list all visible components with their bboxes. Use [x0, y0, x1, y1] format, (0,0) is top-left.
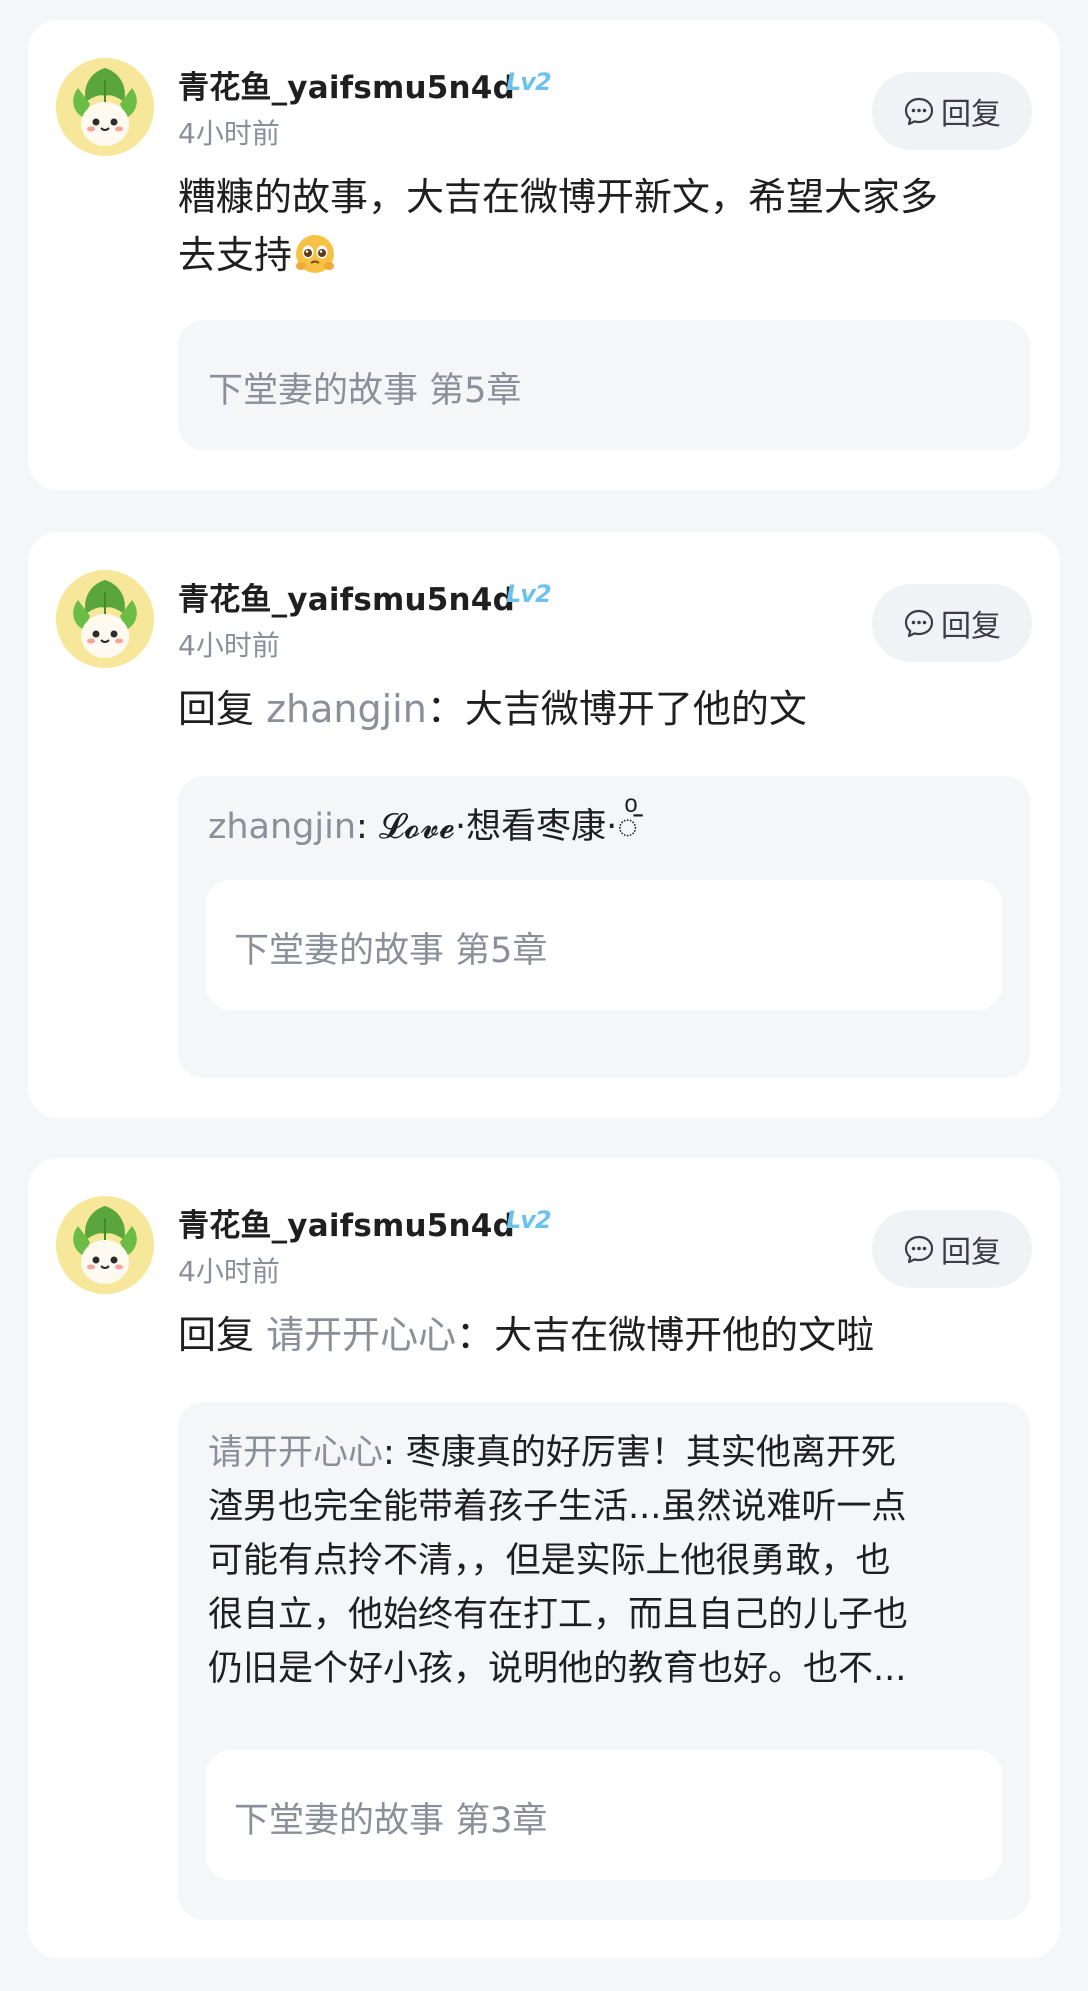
- mention-link[interactable]: zhangjin: [266, 687, 427, 731]
- reply-body: ：大吉在微博开他的文啦: [456, 1313, 875, 1357]
- bok-choy-avatar-icon: [56, 1196, 154, 1294]
- reply-label: 回复: [941, 609, 1001, 644]
- source-reference-title: 下堂妻的故事 第3章: [234, 1801, 548, 1841]
- quoted-text: : 枣康真的好厉害！其实他离开死: [383, 1433, 896, 1473]
- comment-text: 回复 请开开心心：大吉在微博开他的文啦: [178, 1306, 1030, 1364]
- reply-button[interactable]: 回复: [872, 584, 1032, 662]
- avatar[interactable]: [56, 58, 154, 156]
- quoted-username[interactable]: 请开开心心: [208, 1433, 383, 1473]
- quoted-comment-block[interactable]: zhangjin: 𝓛𝓸𝓿𝓮·想看枣康·◌ͦ̄ 下堂妻的故事 第5章: [178, 776, 1030, 1078]
- quoted-text-line: 请开开心心: 枣康真的好厉害！其实他离开死: [208, 1426, 1000, 1480]
- mention-link[interactable]: 请开开心心: [266, 1313, 456, 1357]
- avatar[interactable]: [56, 1196, 154, 1294]
- comment-text-line: 糟糠的故事，大吉在微博开新文，希望大家多: [178, 175, 939, 219]
- quoted-text-line: 仍旧是个好小孩，说明他的教育也好。也不...: [208, 1649, 907, 1689]
- level-badge: Lv2: [506, 68, 552, 96]
- comment-text: 糟糠的故事，大吉在微博开新文，希望大家多 去支持: [178, 168, 1030, 284]
- level-badge: Lv2: [506, 580, 552, 608]
- source-reference-title: 下堂妻的故事 第5章: [234, 931, 548, 971]
- quoted-text-line: 可能有点拎不清，，但是实际上他很勇敢，也: [208, 1541, 891, 1581]
- source-reference-card[interactable]: 下堂妻的故事 第5章: [178, 320, 1030, 450]
- reply-prefix: 回复: [178, 687, 267, 731]
- reply-label: 回复: [941, 97, 1001, 132]
- timestamp: 4小时前: [178, 629, 280, 662]
- reply-label: 回复: [941, 1235, 1001, 1270]
- comment-text-line: 去支持: [178, 226, 1030, 284]
- quoted-decoration: ◌ͦ̄: [617, 807, 639, 847]
- comment-card: 青花鱼_yaifsmu5n4d Lv2 4小时前 回复 回复 zhangjin：…: [28, 532, 1060, 1118]
- comment-text: 回复 zhangjin：大吉微博开了他的文: [178, 680, 1030, 738]
- reply-button[interactable]: 回复: [872, 72, 1032, 150]
- reply-body: ：大吉微博开了他的文: [426, 687, 807, 731]
- quoted-comment: zhangjin: 𝓛𝓸𝓿𝓮·想看枣康·◌ͦ̄: [208, 800, 1000, 854]
- reply-button[interactable]: 回复: [872, 1210, 1032, 1288]
- username[interactable]: 青花鱼_yaifsmu5n4d: [178, 1200, 515, 1245]
- quoted-text-line: 渣男也完全能带着孩子生活...虽然说难听一点: [208, 1487, 907, 1527]
- comment-bubble-icon: [904, 609, 934, 638]
- avatar[interactable]: [56, 570, 154, 668]
- level-badge: Lv2: [506, 1206, 552, 1234]
- reply-prefix: 回复: [178, 1313, 267, 1357]
- comment-text-line-part: 去支持: [178, 233, 293, 277]
- timestamp: 4小时前: [178, 117, 280, 150]
- source-reference-title: 下堂妻的故事 第5章: [208, 371, 522, 411]
- username[interactable]: 青花鱼_yaifsmu5n4d: [178, 62, 515, 107]
- quoted-text-line: 很自立，他始终有在打工，而且自己的儿子也: [208, 1595, 909, 1635]
- bok-choy-avatar-icon: [56, 570, 154, 668]
- username[interactable]: 青花鱼_yaifsmu5n4d: [178, 574, 515, 619]
- comment-card: 青花鱼_yaifsmu5n4d Lv2 4小时前 回复 糟糠的故事，大吉在微博开…: [28, 20, 1060, 490]
- comment-bubble-icon: [904, 1235, 934, 1264]
- comment-bubble-icon: [904, 97, 934, 126]
- quoted-username[interactable]: zhangjin: [208, 807, 356, 847]
- pleading-face-emoji-icon: [296, 235, 335, 273]
- source-reference-card[interactable]: 下堂妻的故事 第3章: [206, 1750, 1002, 1880]
- quoted-comment: 请开开心心: 枣康真的好厉害！其实他离开死 渣男也完全能带着孩子生活...虽然说…: [208, 1426, 1000, 1696]
- quoted-text: : 𝓛𝓸𝓿𝓮·想看枣康·: [356, 807, 618, 847]
- bok-choy-avatar-icon: [56, 58, 154, 156]
- source-reference-card[interactable]: 下堂妻的故事 第5章: [206, 880, 1002, 1010]
- timestamp: 4小时前: [178, 1255, 280, 1288]
- quoted-comment-block[interactable]: 请开开心心: 枣康真的好厉害！其实他离开死 渣男也完全能带着孩子生活...虽然说…: [178, 1402, 1030, 1920]
- comment-card: 青花鱼_yaifsmu5n4d Lv2 4小时前 回复 回复 请开开心心：大吉在…: [28, 1158, 1060, 1958]
